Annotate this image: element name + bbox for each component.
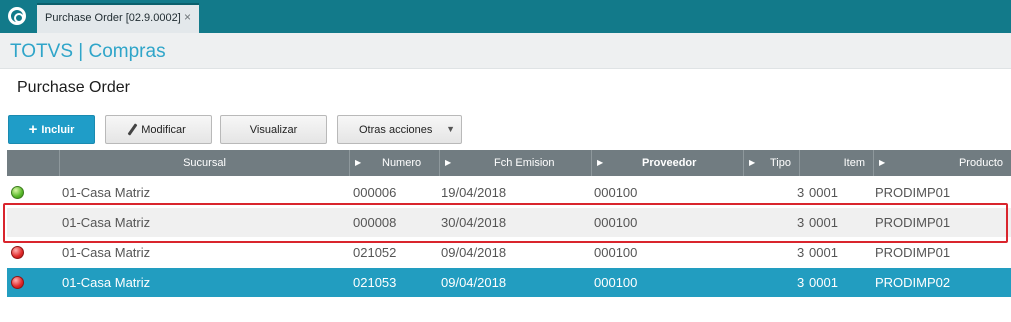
proveedor-header-label: Proveedor [642, 157, 697, 169]
tab-title: Purchase Order [02.9.0002] [45, 12, 181, 24]
module-header: TOTVS | Compras [0, 33, 1011, 69]
modificar-label: Modificar [141, 123, 186, 136]
fch-emision-header-label: Fch Emision [494, 157, 555, 169]
status-green-icon [11, 186, 24, 199]
title-bar: Purchase Order [02.9.0002] × [0, 0, 1011, 33]
incluir-label: Incluir [41, 123, 75, 136]
totvs-logo-icon[interactable] [8, 7, 26, 25]
status-red-icon [11, 246, 24, 259]
cell-sucursal: 01-Casa Matriz [62, 245, 151, 260]
sort-arrow-icon: ▶ [445, 158, 452, 167]
tab-purchase-order[interactable]: Purchase Order [02.9.0002] × [37, 3, 199, 33]
sort-arrow-icon: ▶ [355, 158, 362, 167]
close-icon[interactable]: × [184, 10, 191, 24]
table-header: Sucursal ▶ Numero ▶ Fch Emision ▶ Provee… [7, 150, 1011, 176]
cell-item: 0001 [809, 185, 838, 200]
cell-numero: 021052 [353, 245, 397, 260]
producto-header-label: Producto [958, 157, 1003, 169]
cell-fch-emision: 09/04/2018 [441, 275, 507, 290]
visualizar-button[interactable]: Visualizar [220, 115, 327, 144]
status-column-header[interactable] [7, 150, 59, 176]
column-header-item[interactable]: Item [799, 150, 873, 176]
cell-numero: 000006 [353, 185, 397, 200]
page-title: Purchase Order [17, 79, 130, 96]
visualizar-label: Visualizar [249, 123, 298, 136]
status-red-icon [11, 276, 24, 289]
column-header-sucursal[interactable]: Sucursal [59, 150, 349, 176]
cell-numero: 021053 [353, 275, 397, 290]
numero-header-label: Numero [382, 157, 422, 169]
column-header-fch-emision[interactable]: ▶ Fch Emision [439, 150, 591, 176]
cell-sucursal: 01-Casa Matriz [62, 185, 151, 200]
sort-arrow-icon: ▶ [749, 158, 756, 167]
cell-proveedor: 000100 [594, 245, 638, 260]
otras-acciones-dropdown[interactable]: Otras acciones ▼ [337, 115, 462, 144]
column-header-producto[interactable]: ▶ Producto [873, 150, 1011, 176]
plus-icon: + [28, 121, 38, 138]
cell-producto: PRODIMP01 [875, 245, 951, 260]
cell-fch-emision: 19/04/2018 [441, 185, 507, 200]
sucursal-header-label: Sucursal [183, 157, 226, 169]
incluir-button[interactable]: + Incluir [8, 115, 95, 144]
column-header-proveedor[interactable]: ▶ Proveedor [591, 150, 743, 176]
pencil-icon [127, 123, 138, 136]
item-header-label: Item [843, 157, 865, 169]
column-header-numero[interactable]: ▶ Numero [349, 150, 439, 176]
cell-tipo: 3 [797, 185, 805, 200]
otras-acciones-label: Otras acciones [359, 123, 433, 136]
highlight-annotation [3, 203, 1008, 243]
cell-sucursal: 01-Casa Matriz [62, 275, 151, 290]
sort-arrow-icon: ▶ [597, 158, 604, 167]
cell-tipo: 3 [797, 245, 805, 260]
cell-item: 0001 [809, 275, 838, 290]
modificar-button[interactable]: Modificar [105, 115, 212, 144]
cell-proveedor: 000100 [594, 275, 638, 290]
cell-producto: PRODIMP01 [875, 185, 951, 200]
cell-producto: PRODIMP02 [875, 275, 951, 290]
module-title: TOTVS | Compras [10, 41, 166, 62]
column-header-tipo[interactable]: ▶ Tipo [743, 150, 799, 176]
cell-item: 0001 [809, 245, 838, 260]
cell-proveedor: 000100 [594, 185, 638, 200]
sort-arrow-icon: ▶ [879, 158, 886, 167]
table-row-selected[interactable]: 01-Casa Matriz 021053 09/04/2018 000100 … [7, 268, 1011, 297]
caret-down-icon: ▼ [446, 124, 455, 134]
cell-tipo: 3 [797, 275, 805, 290]
tipo-header-label: Tipo [770, 157, 791, 169]
cell-fch-emision: 09/04/2018 [441, 245, 507, 260]
